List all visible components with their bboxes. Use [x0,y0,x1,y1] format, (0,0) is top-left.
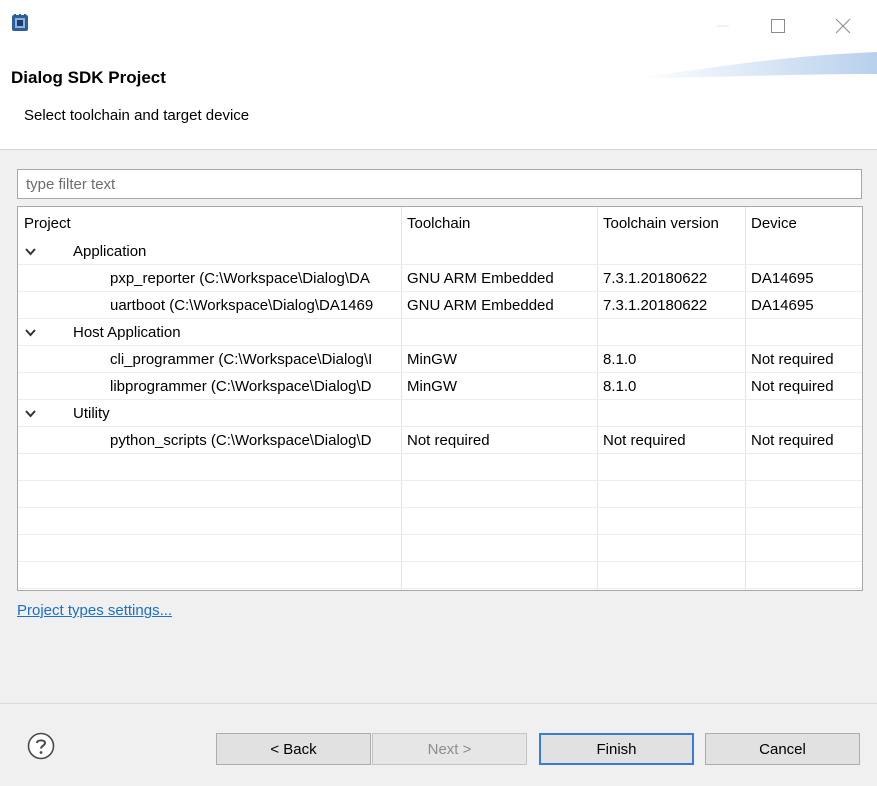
empty-row [18,454,862,481]
column-header-device[interactable]: Device [745,207,797,238]
page-title: Dialog SDK Project [11,68,166,87]
help-icon[interactable] [27,732,55,760]
version-cell: 8.1.0 [603,378,637,395]
device-cell: DA14695 [751,297,814,314]
title-bar [0,0,877,48]
device-cell: Not required [751,351,834,368]
finish-button-label: Finish [596,740,637,758]
close-icon [835,18,851,34]
toolchain-cell: MinGW [407,378,457,395]
chevron-down-icon[interactable] [24,326,37,339]
empty-row [18,535,862,562]
project-cell: uartboot (C:\Workspace\Dialog\DA1469 [110,297,374,314]
empty-row [18,562,862,589]
version-cell: 7.3.1.20180622 [603,270,708,287]
next-button[interactable]: Next > [372,733,527,765]
wizard-header: Dialog SDK Project Select toolchain and … [0,48,877,150]
finish-button[interactable]: Finish [539,733,694,765]
next-button-label: Next > [427,740,472,758]
chevron-down-icon[interactable] [24,407,37,420]
column-header-toolchain-version[interactable]: Toolchain version [597,207,719,238]
toolchain-cell: Not required [407,432,490,449]
minimize-icon [717,25,729,27]
toolchain-cell: MinGW [407,351,457,368]
table-header: Project Toolchain Toolchain version Devi… [18,207,862,238]
version-cell: 8.1.0 [603,351,637,368]
footer-divider [0,703,877,704]
minimize-button[interactable] [700,12,746,40]
project-cell: pxp_reporter (C:\Workspace\Dialog\DA [110,270,370,287]
project-cell: libprogrammer (C:\Workspace\Dialog\D [110,378,372,395]
column-header-toolchain[interactable]: Toolchain [401,207,470,238]
table-row-group-application[interactable]: Application [18,238,862,265]
toolchain-cell: GNU ARM Embedded [407,297,554,314]
header-banner-graphic [637,52,877,78]
filter-input[interactable] [17,169,862,199]
table-row-group-host-application[interactable]: Host Application [18,319,862,346]
group-label: Application [73,243,147,260]
table-row[interactable]: cli_programmer (C:\Workspace\Dialog\I Mi… [18,346,862,373]
back-button[interactable]: < Back [216,733,371,765]
dialog-app-icon [12,14,28,31]
toolchain-cell: GNU ARM Embedded [407,270,554,287]
column-header-project[interactable]: Project [18,207,71,238]
close-button[interactable] [820,12,866,40]
device-cell: DA14695 [751,270,814,287]
group-label: Host Application [73,324,181,341]
page-subtitle: Select toolchain and target device [24,107,250,124]
table-row[interactable]: uartboot (C:\Workspace\Dialog\DA1469 GNU… [18,292,862,319]
empty-row [18,508,862,535]
table-row[interactable]: python_scripts (C:\Workspace\Dialog\D No… [18,427,862,454]
table-row[interactable]: pxp_reporter (C:\Workspace\Dialog\DA GNU… [18,265,862,292]
version-cell: 7.3.1.20180622 [603,297,708,314]
project-table[interactable]: Project Toolchain Toolchain version Devi… [17,206,863,591]
project-cell: cli_programmer (C:\Workspace\Dialog\I [110,351,373,368]
project-types-settings-link[interactable]: Project types settings... [17,602,172,619]
maximize-button[interactable] [755,12,801,40]
chevron-down-icon[interactable] [24,245,37,258]
maximize-icon [771,19,785,33]
device-cell: Not required [751,432,834,449]
table-row-group-utility[interactable]: Utility [18,400,862,427]
device-cell: Not required [751,378,834,395]
group-label: Utility [73,405,110,422]
cancel-button-label: Cancel [759,740,806,758]
project-cell: python_scripts (C:\Workspace\Dialog\D [110,432,372,449]
version-cell: Not required [603,432,686,449]
table-row[interactable]: libprogrammer (C:\Workspace\Dialog\D Min… [18,373,862,400]
cancel-button[interactable]: Cancel [705,733,860,765]
back-button-label: < Back [270,740,317,758]
empty-row [18,481,862,508]
